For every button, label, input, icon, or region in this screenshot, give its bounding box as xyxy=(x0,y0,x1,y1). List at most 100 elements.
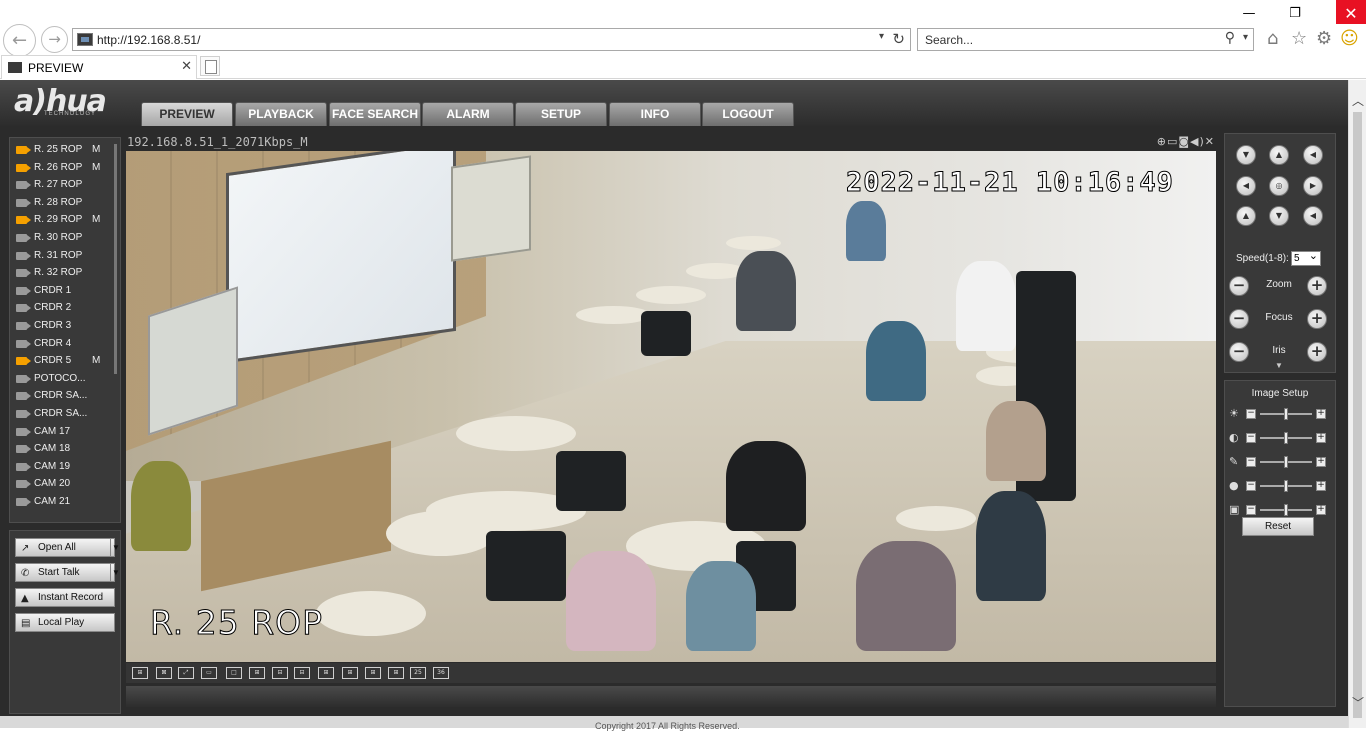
reset-button[interactable]: Reset xyxy=(1242,517,1314,536)
ptz-up-right-button[interactable]: ◀ xyxy=(1303,145,1323,165)
layout-button[interactable]: ⊟ xyxy=(272,667,288,679)
tab-title[interactable]: PREVIEW xyxy=(28,61,83,75)
zoom-minus-button[interactable]: − xyxy=(1229,276,1249,296)
instant-record-button[interactable]: ▲ Instant Record xyxy=(15,588,115,607)
channel-label[interactable]: CRDR SA... xyxy=(34,390,87,401)
camera-icon[interactable] xyxy=(16,339,31,348)
camera-icon[interactable] xyxy=(16,304,31,313)
local-play-button[interactable]: ▤ Local Play xyxy=(15,613,115,632)
forward-button[interactable]: → xyxy=(41,26,68,53)
address-bar[interactable]: http://192.168.8.51/ ▾ ↻ xyxy=(72,28,911,51)
ptz-down-left-button[interactable]: ▼ xyxy=(1236,145,1256,165)
channel-label[interactable]: R. 29 ROP xyxy=(34,214,82,225)
gear-icon[interactable]: ⚙ xyxy=(1316,28,1332,49)
ptz-left-button[interactable]: ◀ xyxy=(1236,176,1256,196)
saturation-slider-thumb[interactable] xyxy=(1284,456,1288,468)
start-talk-button[interactable]: ✆ Start Talk ▼ xyxy=(15,563,120,582)
channel-label[interactable]: R. 32 ROP xyxy=(34,267,82,278)
channel-label[interactable]: CAM 20 xyxy=(34,478,70,489)
channel-label[interactable]: R. 26 ROP xyxy=(34,162,82,173)
tab-alarm[interactable]: ALARM xyxy=(422,102,514,126)
layout-button[interactable]: 36 xyxy=(433,667,449,679)
ptz-down-button[interactable]: ▼ xyxy=(1269,206,1289,226)
camera-icon[interactable] xyxy=(16,357,31,366)
channel-label[interactable]: CRDR 2 xyxy=(34,302,71,313)
camera-icon[interactable] xyxy=(16,198,31,207)
refresh-icon[interactable]: ↻ xyxy=(892,30,905,48)
layout-button[interactable]: ⊠ xyxy=(156,667,172,679)
focus-minus-button[interactable]: − xyxy=(1229,309,1249,329)
camera-icon[interactable] xyxy=(16,374,31,383)
iris-minus-button[interactable]: − xyxy=(1229,342,1249,362)
hue-plus-button[interactable]: + xyxy=(1316,481,1326,491)
layout-button[interactable]: ⊟ xyxy=(294,667,310,679)
ptz-right-button[interactable]: ▶ xyxy=(1303,176,1323,196)
camera-icon[interactable] xyxy=(16,480,31,489)
camera-icon[interactable] xyxy=(16,498,31,506)
gain-plus-button[interactable]: + xyxy=(1316,505,1326,515)
layout-button[interactable]: ⊞ xyxy=(388,667,404,679)
chevron-down-icon[interactable]: ▾ xyxy=(1243,32,1248,43)
scrollbar-thumb[interactable] xyxy=(1353,112,1362,718)
channel-label[interactable]: CRDR 4 xyxy=(34,338,71,349)
channel-label[interactable]: R. 28 ROP xyxy=(34,197,82,208)
camera-icon[interactable] xyxy=(16,269,31,278)
search-icon[interactable]: ⚲ xyxy=(1225,30,1235,46)
layout-button[interactable]: 25 xyxy=(410,667,426,679)
page-scrollbar[interactable]: ︿ ﹀ xyxy=(1348,80,1366,728)
contrast-slider-thumb[interactable] xyxy=(1284,432,1288,444)
camera-icon[interactable] xyxy=(16,392,31,401)
camera-icon[interactable] xyxy=(16,234,31,242)
video-toolbar-icons[interactable]: ⊕▭◙◀)✕ xyxy=(1157,135,1215,148)
brightness-plus-button[interactable]: + xyxy=(1316,409,1326,419)
chevron-down-icon[interactable]: ▼ xyxy=(110,539,121,556)
layout-button[interactable]: ⤢ xyxy=(178,667,194,679)
layout-button[interactable]: ▭ xyxy=(201,667,217,679)
tab-logout[interactable]: LOGOUT xyxy=(702,102,794,126)
camera-icon[interactable] xyxy=(16,146,31,154)
tab-playback[interactable]: PLAYBACK xyxy=(235,102,327,126)
channel-label[interactable]: CRDR 3 xyxy=(34,320,71,331)
camera-icon[interactable] xyxy=(16,410,31,418)
gain-minus-button[interactable]: − xyxy=(1246,505,1256,515)
camera-icon[interactable] xyxy=(16,181,31,190)
tab-setup[interactable]: SETUP xyxy=(515,102,607,126)
star-icon[interactable]: ☆ xyxy=(1291,28,1307,49)
tab-face-search[interactable]: FACE SEARCH xyxy=(329,102,421,126)
channel-label[interactable]: CRDR SA... xyxy=(34,408,87,419)
chevron-down-icon[interactable]: ▾ xyxy=(879,31,884,42)
search-input[interactable]: Search... ⚲ ▾ xyxy=(917,28,1254,51)
channel-list-scrollbar[interactable] xyxy=(114,144,117,374)
camera-icon[interactable] xyxy=(16,427,31,436)
layout-button[interactable]: □ xyxy=(226,667,242,679)
contrast-plus-button[interactable]: + xyxy=(1316,433,1326,443)
layout-button[interactable]: ⊞ xyxy=(342,667,358,679)
tab-preview[interactable]: PREVIEW xyxy=(141,102,233,126)
channel-label[interactable]: R. 30 ROP xyxy=(34,232,82,243)
channel-label[interactable]: R. 31 ROP xyxy=(34,250,82,261)
saturation-plus-button[interactable]: + xyxy=(1316,457,1326,467)
layout-button[interactable]: ⊞ xyxy=(365,667,381,679)
channel-label[interactable]: CAM 21 xyxy=(34,496,70,507)
chevron-down-icon[interactable]: ▼ xyxy=(110,564,121,581)
saturation-minus-button[interactable]: − xyxy=(1246,457,1256,467)
hue-minus-button[interactable]: − xyxy=(1246,481,1256,491)
camera-icon[interactable] xyxy=(16,251,31,260)
zoom-plus-button[interactable]: + xyxy=(1307,276,1327,296)
ptz-center-button[interactable]: ◎ xyxy=(1269,176,1289,196)
hue-slider-thumb[interactable] xyxy=(1284,480,1288,492)
layout-button[interactable]: ⊞ xyxy=(318,667,334,679)
channel-label[interactable]: CRDR 5 xyxy=(34,355,71,366)
scroll-up-icon[interactable]: ︿ xyxy=(1352,92,1364,109)
home-icon[interactable]: ⌂ xyxy=(1267,28,1278,49)
camera-icon[interactable] xyxy=(16,163,31,172)
camera-icon[interactable] xyxy=(16,445,31,454)
channel-label[interactable]: CAM 18 xyxy=(34,443,70,454)
ptz-down-right-button[interactable]: ◀ xyxy=(1303,206,1323,226)
gain-slider-thumb[interactable] xyxy=(1284,504,1288,516)
contrast-minus-button[interactable]: − xyxy=(1246,433,1256,443)
close-tab-icon[interactable]: ✕ xyxy=(181,59,192,74)
channel-label[interactable]: R. 27 ROP xyxy=(34,179,82,190)
back-button[interactable]: ← xyxy=(3,24,36,57)
channel-label[interactable]: CAM 17 xyxy=(34,426,70,437)
